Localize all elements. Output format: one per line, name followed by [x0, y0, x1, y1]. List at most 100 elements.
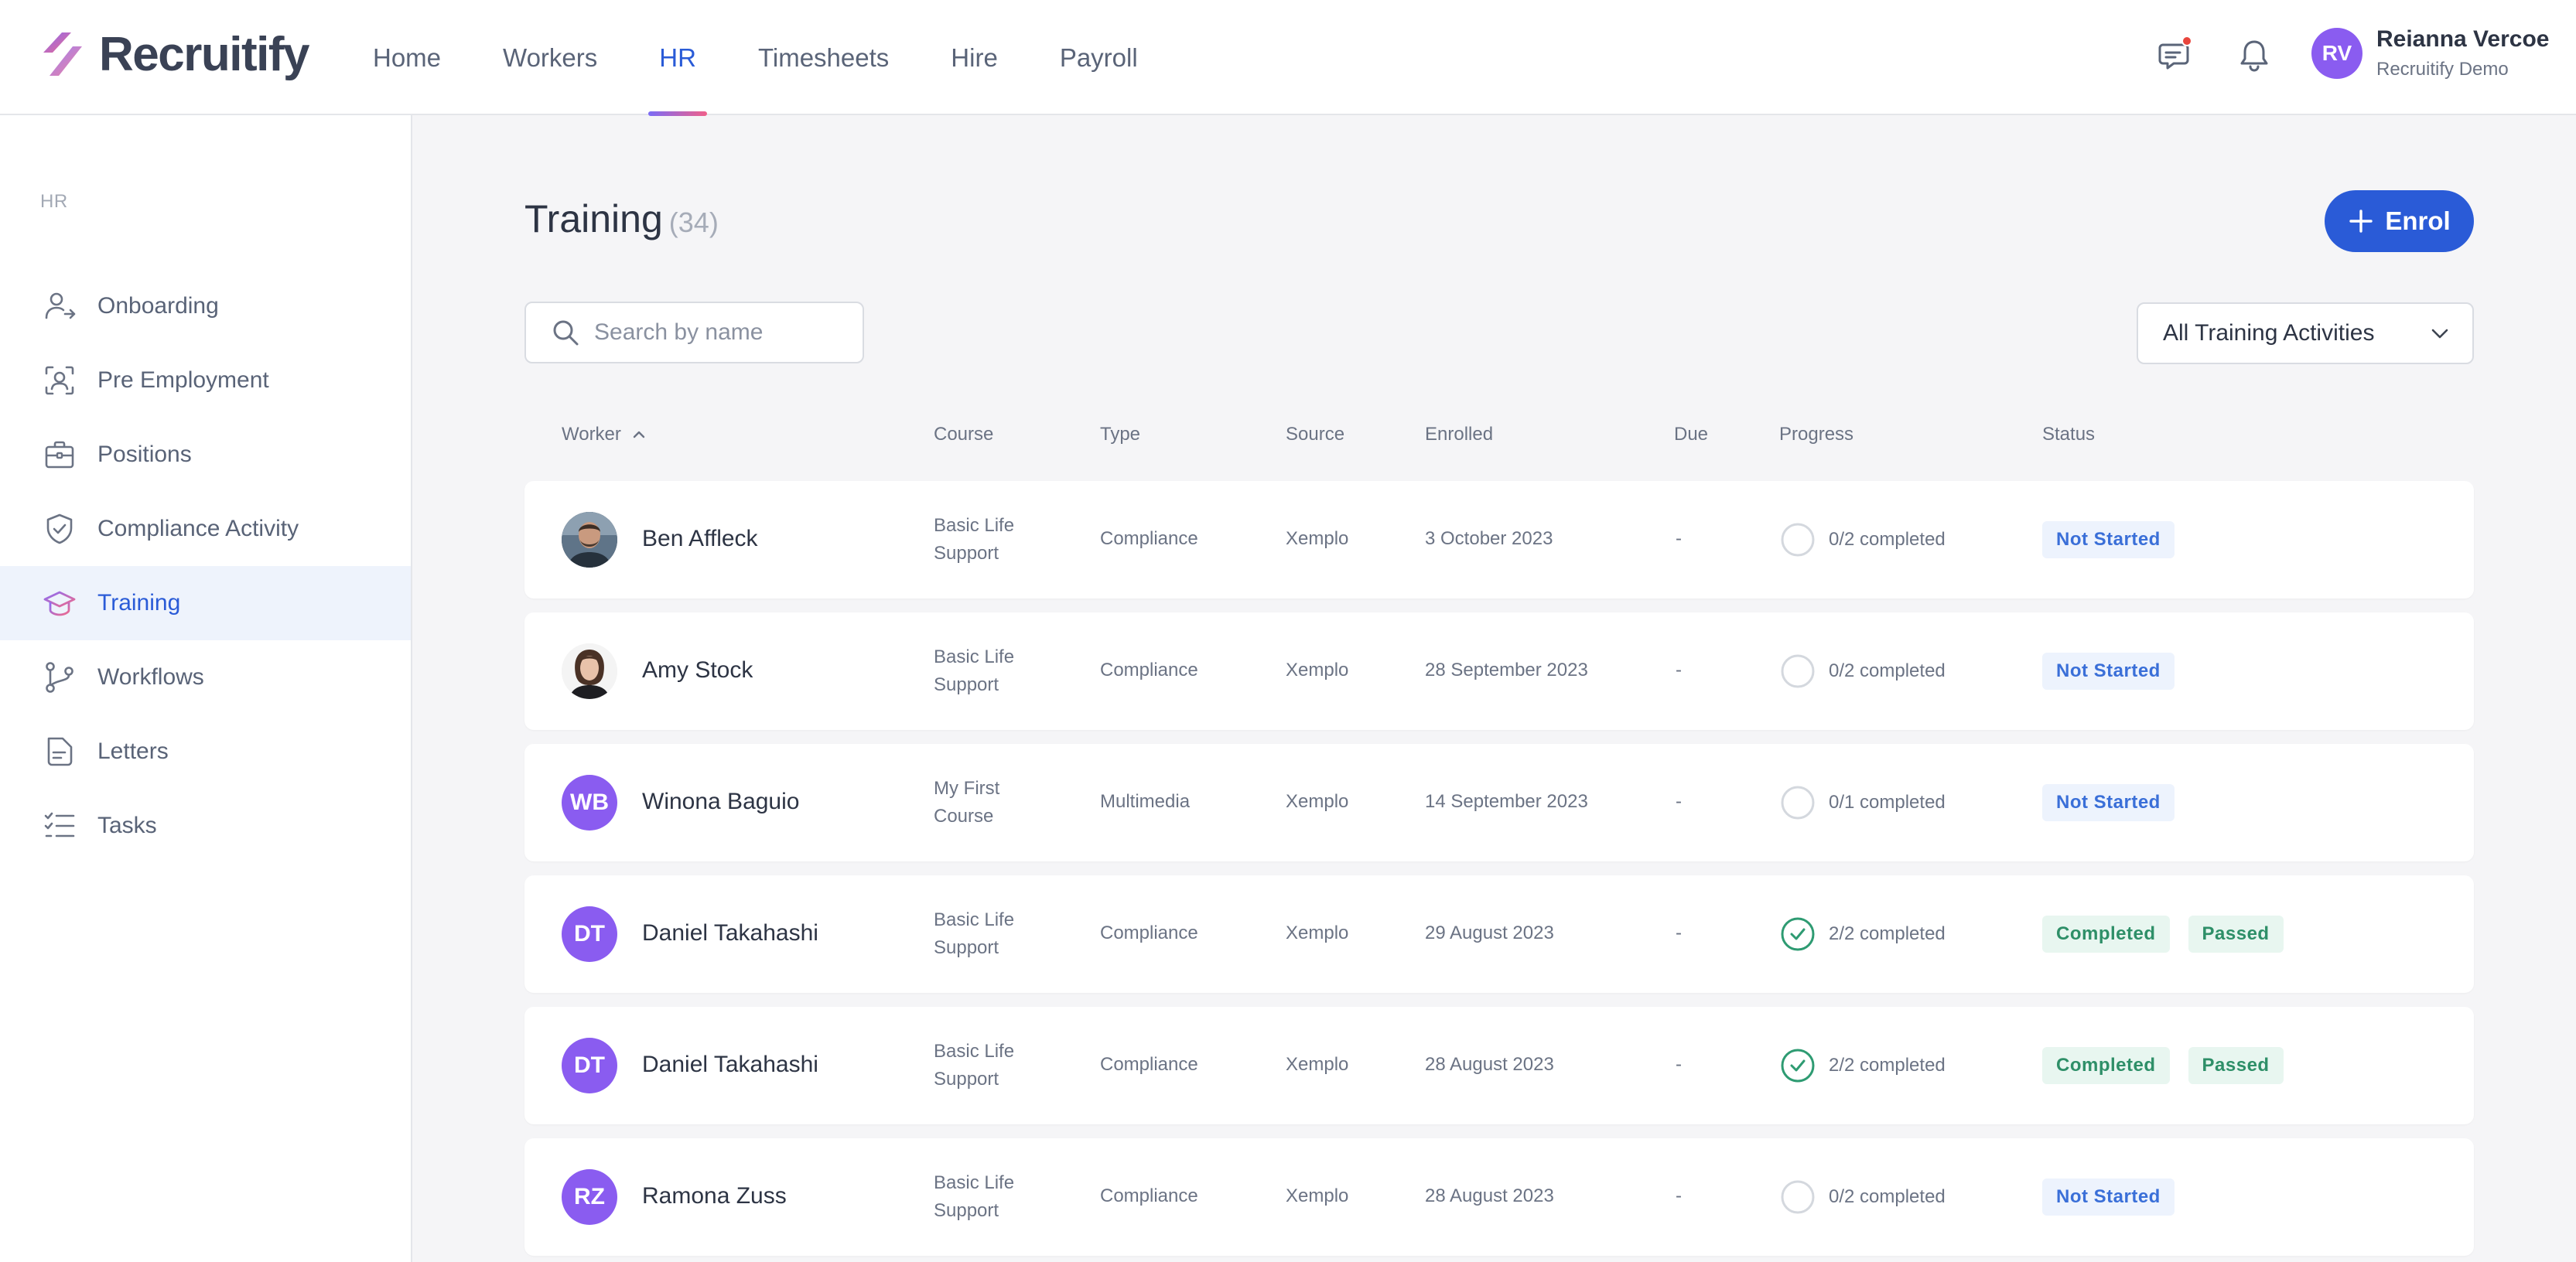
worker-name[interactable]: Daniel Takahashi — [642, 920, 818, 946]
course-source: Xemplo — [1286, 791, 1349, 812]
messages-button[interactable] — [2152, 32, 2198, 79]
sidebar-item-compliance-activity[interactable]: Compliance Activity — [0, 492, 411, 566]
column-header-status: Status — [2042, 424, 2095, 445]
nav-timesheets[interactable]: Timesheets — [758, 0, 889, 115]
sidebar-item-label: Compliance Activity — [97, 516, 299, 541]
nav-hr[interactable]: HR — [648, 0, 707, 116]
worker-initials-avatar: DT — [562, 906, 617, 962]
sidebar-item-letters[interactable]: Letters — [0, 715, 411, 789]
app-logo[interactable]: Recruitify — [39, 23, 309, 85]
column-label: Due — [1674, 424, 1709, 445]
training-activity-filter[interactable]: All Training Activities — [2137, 302, 2474, 364]
nav-workers[interactable]: Workers — [503, 0, 597, 115]
checklist-icon — [44, 812, 75, 837]
sidebar-item-pre-employment[interactable]: Pre Employment — [0, 343, 411, 418]
briefcase-icon — [45, 441, 74, 469]
user-name[interactable]: Reianna Vercoe — [2376, 26, 2549, 53]
progress-text: 2/2 completed — [1829, 923, 1946, 944]
sidebar-item-positions[interactable]: Positions — [0, 418, 411, 492]
worker-photo-avatar — [562, 643, 617, 699]
nav-label: Hire — [951, 43, 998, 72]
status-badge: Not Started — [2042, 1178, 2175, 1216]
due-date: - — [1676, 791, 1682, 812]
progress-empty-circle-icon — [1781, 1180, 1815, 1214]
person-photo-icon — [562, 512, 617, 568]
sidebar-item-onboarding[interactable]: Onboarding — [0, 269, 411, 343]
sidebar-item-label: Training — [97, 590, 181, 616]
progress: 2/2 completed — [1779, 916, 1946, 953]
notification-dot — [2181, 36, 2192, 46]
progress-text: 2/2 completed — [1829, 1055, 1946, 1076]
search-input[interactable] — [594, 319, 842, 346]
table-row[interactable]: Amy Stock Basic Life Support Compliance … — [524, 612, 2474, 730]
worker-name[interactable]: Daniel Takahashi — [642, 1052, 818, 1078]
notifications-button[interactable] — [2231, 32, 2277, 79]
progress: 0/1 completed — [1779, 784, 1946, 821]
worker-name[interactable]: Ben Affleck — [642, 526, 758, 552]
table-row[interactable]: RZ Ramona Zuss Basic Life Support Compli… — [524, 1138, 2474, 1256]
course-source: Xemplo — [1286, 528, 1349, 549]
sidebar-item-training[interactable]: Training — [0, 566, 411, 640]
due-date: - — [1676, 1185, 1682, 1206]
progress-text: 0/2 completed — [1829, 529, 1946, 550]
course-type: Compliance — [1100, 660, 1198, 680]
course-source: Xemplo — [1286, 923, 1349, 943]
document-icon — [47, 737, 73, 766]
progress-text: 0/2 completed — [1829, 660, 1946, 681]
course-name: My First Course — [934, 778, 1000, 827]
course-source: Xemplo — [1286, 660, 1349, 680]
worker-name[interactable]: Ramona Zuss — [642, 1183, 787, 1209]
user-organisation: Recruitify Demo — [2376, 59, 2509, 80]
record-count: (34) — [668, 206, 719, 238]
sidebar-item-workflows[interactable]: Workflows — [0, 640, 411, 715]
sidebar-item-tasks[interactable]: Tasks — [0, 789, 411, 863]
course-name: Basic Life Support — [934, 1172, 1015, 1221]
progress-empty-circle-icon — [1781, 654, 1815, 688]
due-date: - — [1676, 660, 1682, 680]
column-header-type: Type — [1100, 424, 1140, 445]
status: Not Started — [2042, 521, 2193, 558]
table-row[interactable]: WB Winona Baguio My First Course Multime… — [524, 744, 2474, 861]
recruitify-logo-icon — [43, 32, 82, 76]
course-name: Basic Life Support — [934, 909, 1015, 958]
course-type: Compliance — [1100, 923, 1198, 943]
worker-name[interactable]: Winona Baguio — [642, 789, 799, 815]
column-header-worker[interactable]: Worker — [562, 424, 649, 445]
course-type: Multimedia — [1100, 791, 1191, 812]
progress-text: 0/1 completed — [1829, 792, 1946, 813]
column-header-progress: Progress — [1779, 424, 1853, 445]
progress: 0/2 completed — [1779, 521, 1946, 558]
sidebar-item-label: Letters — [97, 738, 169, 764]
filter-selected-value: All Training Activities — [2163, 320, 2375, 346]
course-type: Compliance — [1100, 528, 1198, 549]
column-label: Progress — [1779, 424, 1854, 445]
table-row[interactable]: DT Daniel Takahashi Basic Life Support C… — [524, 1007, 2474, 1124]
plus-icon — [2349, 210, 2373, 233]
column-label: Course — [934, 424, 994, 445]
enrolled-date: 29 August 2023 — [1425, 923, 1554, 943]
worker-initials-avatar: RZ — [562, 1169, 617, 1225]
status-badge: Not Started — [2042, 784, 2175, 821]
enrolled-date: 28 August 2023 — [1425, 1185, 1554, 1206]
nav-label: Home — [373, 43, 442, 72]
sort-ascending-icon — [633, 431, 645, 438]
nav-label: Payroll — [1059, 43, 1138, 72]
search-box[interactable] — [524, 302, 864, 363]
progress-empty-circle-icon — [1781, 523, 1815, 557]
nav-home[interactable]: Home — [373, 0, 441, 115]
table-row[interactable]: Ben Affleck Basic Life Support Complianc… — [524, 481, 2474, 599]
enrolled-date: 28 September 2023 — [1425, 660, 1588, 680]
enrolled-date: 28 August 2023 — [1425, 1054, 1554, 1075]
due-date: - — [1676, 1054, 1682, 1075]
progress-empty-circle-icon — [1781, 786, 1815, 820]
nav-payroll[interactable]: Payroll — [1060, 0, 1138, 115]
chevron-down-icon — [2431, 329, 2448, 339]
progress: 0/2 completed — [1779, 653, 1946, 690]
user-avatar[interactable]: RV — [2311, 28, 2362, 79]
result-badge: Passed — [2188, 1047, 2284, 1084]
nav-hire[interactable]: Hire — [951, 0, 998, 115]
enrol-label: Enrol — [2385, 206, 2451, 235]
table-row[interactable]: DT Daniel Takahashi Basic Life Support C… — [524, 875, 2474, 993]
worker-name[interactable]: Amy Stock — [642, 657, 753, 684]
enrol-button[interactable]: Enrol — [2325, 190, 2474, 252]
